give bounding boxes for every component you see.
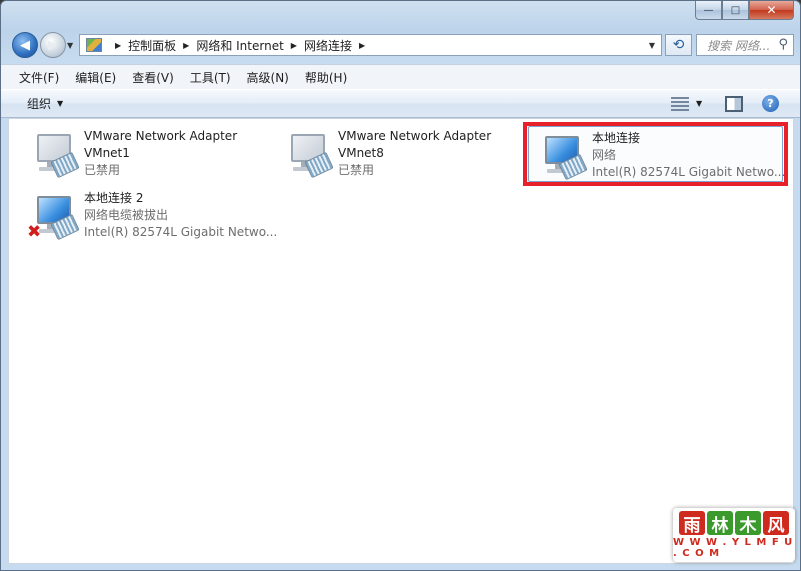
red-x-icon: ✖ bbox=[27, 222, 42, 242]
network-disabled-icon bbox=[283, 132, 334, 179]
maximize-button[interactable]: □ bbox=[722, 1, 749, 20]
watermark-url: W W W . Y L M F U . C O M bbox=[673, 537, 794, 559]
connection-name: VMware Network Adapter bbox=[84, 129, 238, 143]
navigation-bar: ◀ ▶ ▼ ▶ 控制面板 ▶ 网络和 Internet ▶ 网络连接 ▶ ▼ ⟲… bbox=[9, 32, 794, 59]
view-options-chevron-icon[interactable]: ▼ bbox=[696, 99, 702, 108]
search-icon[interactable]: ⚲ bbox=[778, 37, 788, 52]
chevron-right-icon[interactable]: ▶ bbox=[183, 41, 189, 50]
connection-name: 本地连接 2 bbox=[84, 191, 144, 205]
connection-item-vmnet8[interactable]: VMware Network Adapter VMnet8 已禁用 bbox=[275, 125, 525, 181]
minimize-button[interactable]: — bbox=[695, 1, 722, 20]
chevron-right-icon[interactable]: ▶ bbox=[115, 41, 121, 50]
search-input[interactable]: 搜索 网络... ⚲ bbox=[696, 34, 794, 56]
breadcrumb-network-internet[interactable]: 网络和 Internet bbox=[196, 37, 283, 54]
menu-tools[interactable]: 工具(T) bbox=[182, 69, 239, 86]
watermark-char: 木 bbox=[735, 511, 761, 536]
chevron-right-icon[interactable]: ▶ bbox=[291, 41, 297, 50]
connection-name: VMware Network Adapter bbox=[338, 129, 492, 143]
watermark-char: 林 bbox=[707, 511, 733, 536]
help-icon[interactable]: ? bbox=[762, 95, 779, 112]
organize-button[interactable]: 组织 ▼ bbox=[27, 95, 63, 112]
preview-pane-icon[interactable] bbox=[725, 96, 743, 112]
forward-button[interactable]: ▶ bbox=[40, 32, 66, 58]
recent-pages-chevron-icon[interactable]: ▼ bbox=[67, 41, 73, 50]
connection-status: 已禁用 bbox=[84, 163, 121, 177]
breadcrumb-network-connections[interactable]: 网络连接 bbox=[304, 37, 352, 54]
annotation-highlight-box bbox=[523, 122, 788, 186]
menu-advanced[interactable]: 高级(N) bbox=[239, 69, 297, 86]
address-bar[interactable]: ▶ 控制面板 ▶ 网络和 Internet ▶ 网络连接 ▶ ▼ bbox=[79, 34, 662, 56]
menu-file[interactable]: 文件(F) bbox=[11, 69, 67, 86]
connection-item-local-2[interactable]: ✖ 本地连接 2 网络电缆被拔出 Intel(R) 82574L Gigabit… bbox=[21, 187, 277, 243]
refresh-button[interactable]: ⟲ bbox=[665, 34, 692, 56]
menu-bar: 文件(F) 编辑(E) 查看(V) 工具(T) 高级(N) 帮助(H) bbox=[1, 64, 800, 89]
control-panel-icon bbox=[86, 38, 102, 52]
chevron-right-icon[interactable]: ▶ bbox=[359, 41, 365, 50]
watermark-char: 风 bbox=[763, 511, 789, 536]
menu-edit[interactable]: 编辑(E) bbox=[67, 69, 124, 86]
connection-status: 已禁用 bbox=[338, 163, 375, 177]
change-view-icon[interactable] bbox=[671, 97, 689, 111]
connection-device: Intel(R) 82574L Gigabit Netwo... bbox=[84, 225, 278, 239]
caption-buttons: — □ ✕ bbox=[695, 1, 794, 20]
back-button[interactable]: ◀ bbox=[12, 32, 38, 58]
organize-label: 组织 bbox=[27, 97, 52, 111]
menu-view[interactable]: 查看(V) bbox=[124, 69, 182, 86]
search-placeholder: 搜索 网络... bbox=[707, 38, 771, 53]
address-history-chevron-icon[interactable]: ▼ bbox=[649, 41, 655, 50]
connection-status: 网络电缆被拔出 bbox=[84, 208, 169, 222]
connection-device: VMnet1 bbox=[84, 146, 130, 160]
connection-device: VMnet8 bbox=[338, 146, 384, 160]
chevron-down-icon: ▼ bbox=[57, 99, 64, 108]
watermark-char: 雨 bbox=[679, 511, 705, 536]
network-unplugged-icon: ✖ bbox=[27, 194, 80, 242]
command-bar: 组织 ▼ ▼ ? bbox=[1, 89, 800, 118]
close-button[interactable]: ✕ bbox=[749, 1, 794, 20]
network-disabled-icon bbox=[29, 132, 80, 179]
connection-item-vmnet1[interactable]: VMware Network Adapter VMnet1 已禁用 bbox=[21, 125, 271, 181]
site-watermark: 雨 林 木 风 W W W . Y L M F U . C O M bbox=[673, 508, 795, 562]
menu-help[interactable]: 帮助(H) bbox=[297, 69, 355, 86]
connections-list: VMware Network Adapter VMnet1 已禁用 VMware… bbox=[8, 118, 794, 564]
breadcrumb-control-panel[interactable]: 控制面板 bbox=[128, 37, 176, 54]
explorer-window: — □ ✕ ◀ ▶ ▼ ▶ 控制面板 ▶ 网络和 Internet ▶ 网络连接… bbox=[0, 0, 801, 571]
